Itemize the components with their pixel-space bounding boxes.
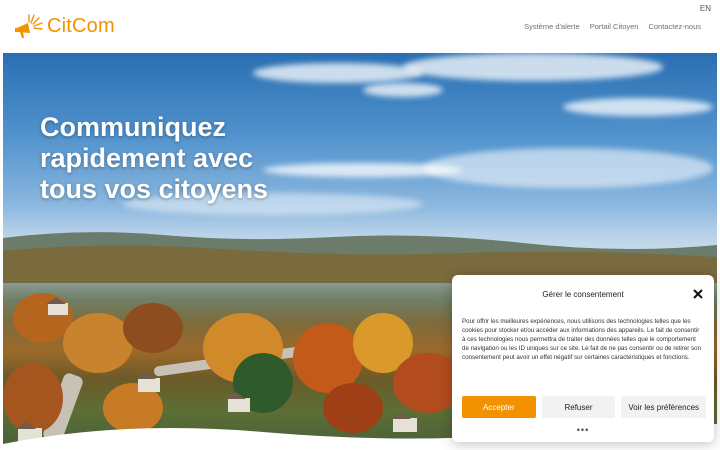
nav-item-contact[interactable]: Contactez-nous bbox=[648, 22, 701, 31]
hero-title-line: tous vos citoyens bbox=[40, 174, 269, 204]
consent-title: Gérer le consentement bbox=[542, 290, 624, 299]
hero-title: Communiquez rapidement avec tous vos cit… bbox=[40, 112, 300, 205]
language-switcher[interactable]: EN bbox=[700, 4, 711, 13]
site-header: CitCom EN Système d'alerte Portail Citoy… bbox=[0, 0, 720, 53]
accept-button[interactable]: Accepter bbox=[462, 396, 536, 418]
view-preferences-button[interactable]: Voir les préférences bbox=[621, 396, 707, 418]
consent-dialog: Gérer le consentement Pour offrir les me… bbox=[452, 275, 714, 442]
brand-name: CitCom bbox=[47, 14, 115, 37]
refuse-button[interactable]: Refuser bbox=[541, 396, 616, 418]
hero-title-line: rapidement avec bbox=[40, 143, 254, 173]
close-icon[interactable] bbox=[692, 288, 704, 300]
nav-item-alert-system[interactable]: Système d'alerte bbox=[524, 22, 580, 31]
megaphone-sunburst-icon bbox=[15, 14, 43, 38]
hero-title-line: Communiquez bbox=[40, 112, 226, 142]
main-nav: Système d'alerte Portail Citoyen Contact… bbox=[524, 22, 701, 31]
more-options-icon[interactable]: ••• bbox=[452, 425, 714, 435]
brand-logo[interactable]: CitCom bbox=[14, 13, 115, 39]
nav-item-citizen-portal[interactable]: Portail Citoyen bbox=[590, 22, 639, 31]
consent-actions: Accepter Refuser Voir les préférences bbox=[462, 396, 707, 418]
page: CitCom EN Système d'alerte Portail Citoy… bbox=[0, 0, 720, 450]
consent-message: Pour offrir les meilleures expériences, … bbox=[462, 318, 702, 361]
